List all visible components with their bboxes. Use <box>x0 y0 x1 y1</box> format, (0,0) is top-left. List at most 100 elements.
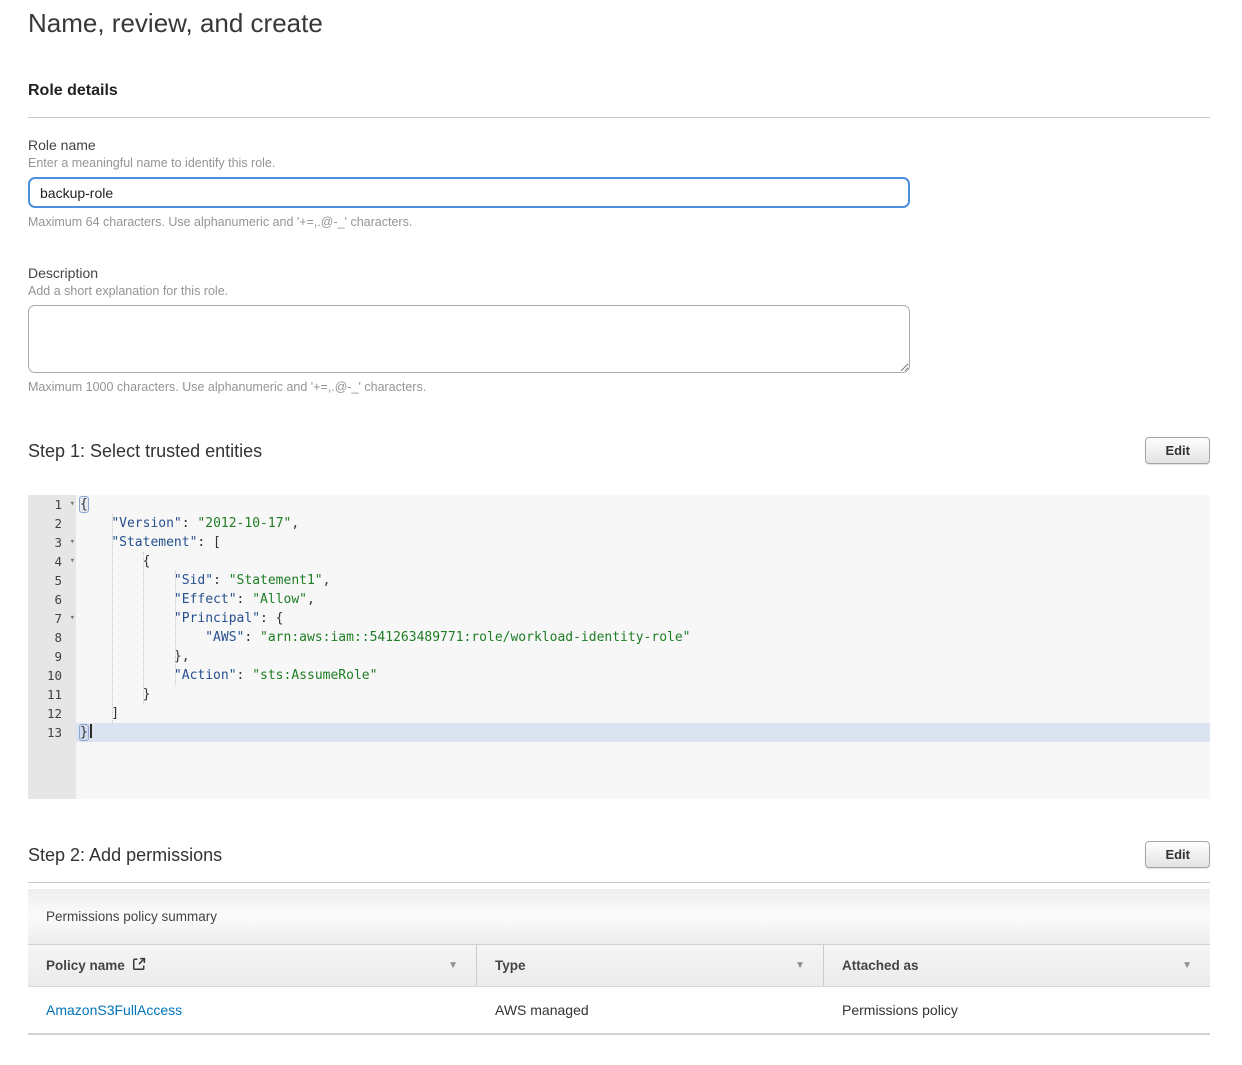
description-block: Description Add a short explanation for … <box>28 264 1210 395</box>
line-number-gutter: 10 <box>28 666 76 685</box>
indent-guide <box>175 571 176 685</box>
line-number: 3 <box>54 535 62 550</box>
line-number: 11 <box>47 687 62 702</box>
code-line-text: "Sid": "Statement1", <box>76 571 1210 590</box>
sort-icon[interactable]: ▼ <box>448 960 458 971</box>
code-line[interactable]: 9 }, <box>28 647 1210 666</box>
code-line-text: "Statement": [ <box>76 533 1210 552</box>
line-number-gutter: 1▾ <box>28 495 76 514</box>
line-number: 7 <box>54 611 62 626</box>
description-label: Description <box>28 264 1210 282</box>
line-number: 4 <box>54 554 62 569</box>
line-number-gutter: 7▾ <box>28 609 76 628</box>
permissions-policy-panel: Permissions policy summary Policy name ▼… <box>28 889 1210 1035</box>
step1-header-row: Step 1: Select trusted entities Edit <box>28 437 1210 465</box>
code-line-text: }, <box>76 647 1210 666</box>
line-number-gutter: 9 <box>28 647 76 666</box>
line-number-gutter: 3▾ <box>28 533 76 552</box>
code-line-text: { <box>76 552 1210 571</box>
line-number-gutter: 2 <box>28 514 76 533</box>
code-line[interactable]: 10 "Action": "sts:AssumeRole" <box>28 666 1210 685</box>
permissions-table-header: Policy name ▼ Type ▼ Attached as ▼ <box>28 945 1210 987</box>
page-title: Name, review, and create <box>28 8 1210 39</box>
code-line-text: "AWS": "arn:aws:iam::541263489771:role/w… <box>76 628 1210 647</box>
indent-guide <box>112 514 113 723</box>
code-line-text: } <box>76 723 1210 742</box>
step2-header-row: Step 2: Add permissions Edit <box>28 841 1210 869</box>
line-number: 5 <box>54 573 62 588</box>
fold-arrow-icon[interactable]: ▾ <box>70 552 75 571</box>
role-details-heading: Role details <box>28 81 1210 101</box>
code-line[interactable] <box>28 742 1210 761</box>
divider <box>28 882 1210 883</box>
code-line-text: "Effect": "Allow", <box>76 590 1210 609</box>
edit-permissions-button[interactable]: Edit <box>1145 841 1210 868</box>
code-line[interactable] <box>28 761 1210 780</box>
fold-arrow-icon[interactable]: ▾ <box>70 609 75 628</box>
line-number-gutter: 4▾ <box>28 552 76 571</box>
code-line[interactable]: 6 "Effect": "Allow", <box>28 590 1210 609</box>
column-header-policy-name[interactable]: Policy name ▼ <box>28 945 477 986</box>
column-header-type[interactable]: Type ▼ <box>477 945 824 986</box>
sort-icon[interactable]: ▼ <box>795 960 805 971</box>
external-link-icon <box>132 957 146 974</box>
role-name-label: Role name <box>28 136 1210 154</box>
code-line[interactable]: 13} <box>28 723 1210 742</box>
line-number-gutter: 11 <box>28 685 76 704</box>
permissions-table-body: AmazonS3FullAccessAWS managedPermissions… <box>28 987 1210 1035</box>
line-number: 13 <box>47 725 62 740</box>
line-number-gutter: 5 <box>28 571 76 590</box>
line-number: 10 <box>47 668 62 683</box>
column-header-attached-as[interactable]: Attached as ▼ <box>824 945 1210 986</box>
code-line[interactable]: 12 ] <box>28 704 1210 723</box>
code-line-text: "Action": "sts:AssumeRole" <box>76 666 1210 685</box>
description-constraint: Maximum 1000 characters. Use alphanumeri… <box>28 380 1210 395</box>
line-number: 2 <box>54 516 62 531</box>
line-number-gutter: 13 <box>28 723 76 742</box>
main-content: Name, review, and create Role details Ro… <box>0 0 1242 1065</box>
sort-icon[interactable]: ▼ <box>1182 960 1192 971</box>
code-line-text <box>76 742 1210 761</box>
line-number-gutter: 12 <box>28 704 76 723</box>
policy-type-cell: AWS managed <box>477 1002 824 1018</box>
role-name-input[interactable] <box>28 177 910 208</box>
code-line-text <box>76 780 1210 799</box>
line-number: 12 <box>47 706 62 721</box>
code-line[interactable]: 2 "Version": "2012-10-17", <box>28 514 1210 533</box>
line-number: 9 <box>54 649 62 664</box>
edit-trusted-entities-button[interactable]: Edit <box>1145 437 1210 464</box>
code-line-text: { <box>76 495 1210 514</box>
fold-arrow-icon[interactable]: ▾ <box>70 533 75 552</box>
text-cursor-icon <box>90 724 92 738</box>
code-line[interactable]: 8 "AWS": "arn:aws:iam::541263489771:role… <box>28 628 1210 647</box>
role-name-constraint: Maximum 64 characters. Use alphanumeric … <box>28 215 1210 230</box>
code-line[interactable]: 7▾ "Principal": { <box>28 609 1210 628</box>
indent-guide <box>143 552 144 704</box>
line-number-gutter: 8 <box>28 628 76 647</box>
code-lines: 1▾{2 "Version": "2012-10-17",3▾ "Stateme… <box>28 495 1210 799</box>
code-line[interactable]: 11 } <box>28 685 1210 704</box>
code-line-text: "Principal": { <box>76 609 1210 628</box>
step2-heading: Step 2: Add permissions <box>28 841 222 869</box>
fold-arrow-icon[interactable]: ▾ <box>70 495 75 514</box>
code-line[interactable]: 3▾ "Statement": [ <box>28 533 1210 552</box>
code-line[interactable] <box>28 780 1210 799</box>
trust-policy-editor[interactable]: 1▾{2 "Version": "2012-10-17",3▾ "Stateme… <box>28 495 1210 799</box>
description-textarea[interactable] <box>28 305 910 373</box>
step1-heading: Step 1: Select trusted entities <box>28 437 262 465</box>
code-line[interactable]: 1▾{ <box>28 495 1210 514</box>
attached-as-column-label: Attached as <box>842 958 919 973</box>
divider <box>28 117 1210 118</box>
code-line[interactable]: 5 "Sid": "Statement1", <box>28 571 1210 590</box>
policy-name-link[interactable]: AmazonS3FullAccess <box>46 1002 182 1018</box>
permissions-panel-title: Permissions policy summary <box>28 889 1210 945</box>
table-row: AmazonS3FullAccessAWS managedPermissions… <box>28 987 1210 1035</box>
code-line-text: ] <box>76 704 1210 723</box>
line-number: 1 <box>54 497 62 512</box>
code-line[interactable]: 4▾ { <box>28 552 1210 571</box>
code-line-text: } <box>76 685 1210 704</box>
line-number: 8 <box>54 630 62 645</box>
code-line-text <box>76 761 1210 780</box>
line-number-gutter <box>28 742 76 761</box>
description-hint: Add a short explanation for this role. <box>28 284 1210 299</box>
